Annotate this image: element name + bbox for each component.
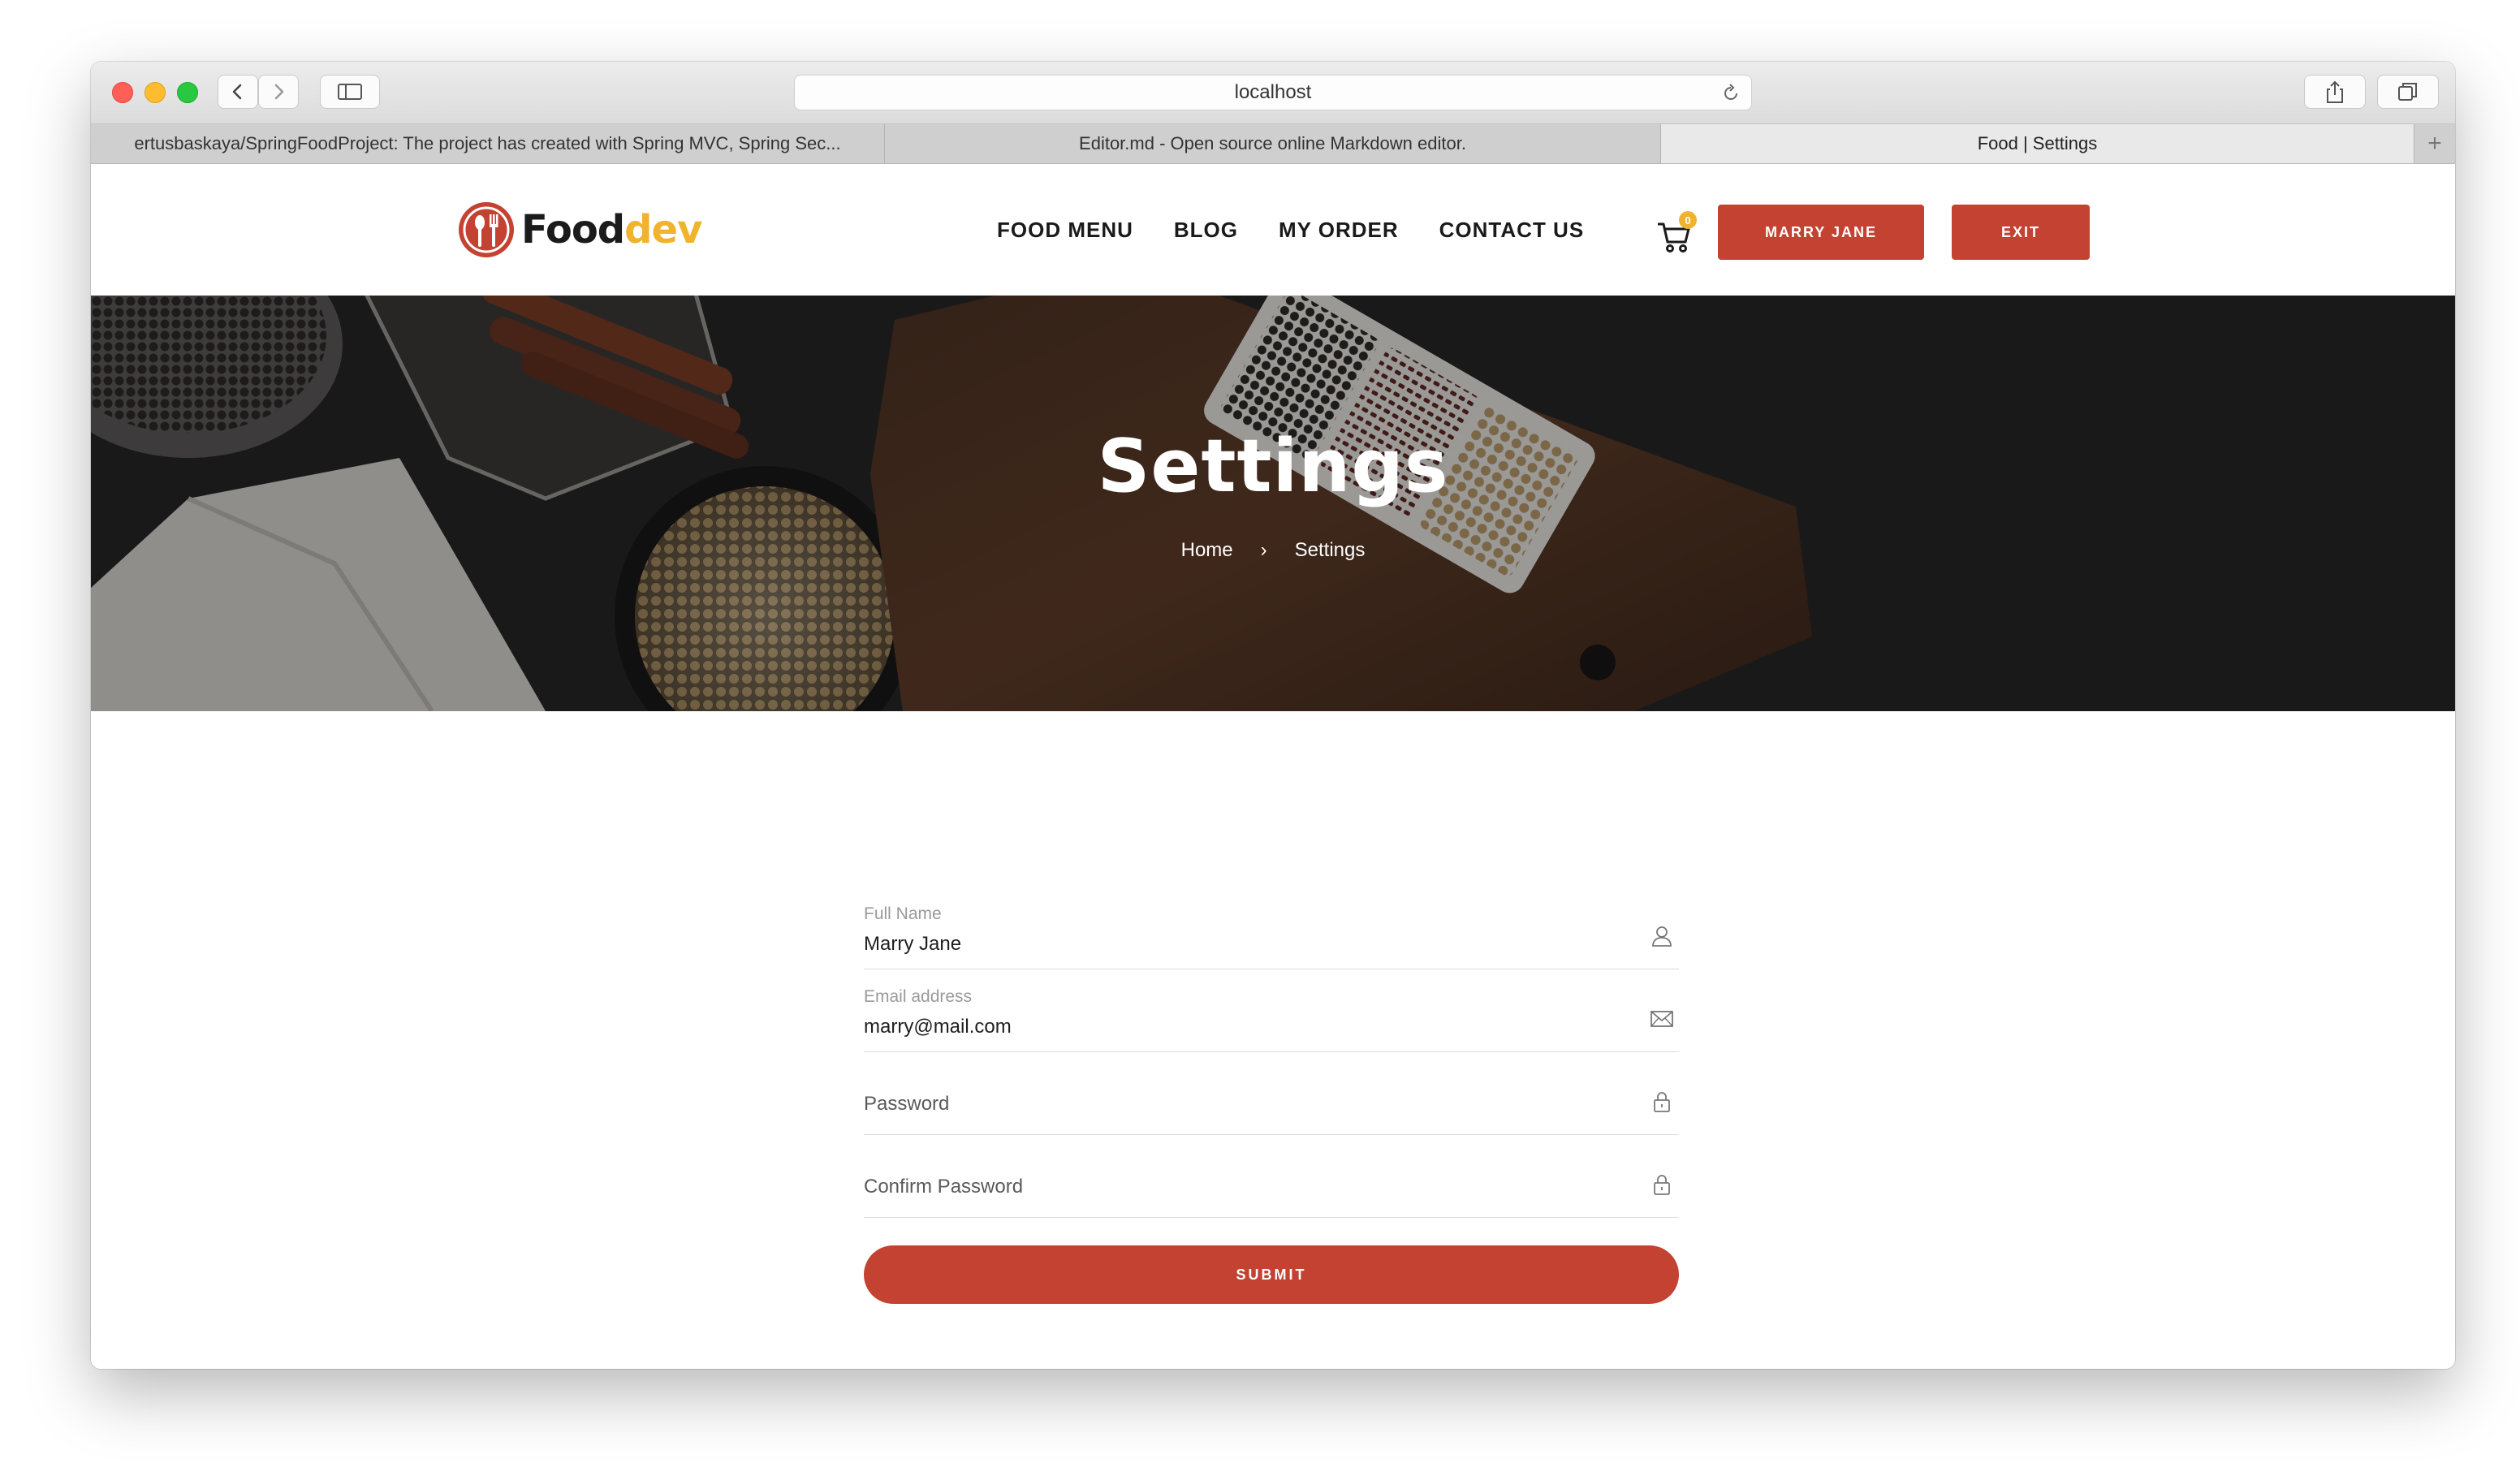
reload-icon[interactable] bbox=[1720, 83, 1741, 104]
window-zoom-button[interactable] bbox=[177, 82, 198, 103]
site-header: Fooddev FOOD MENU BLOG MY ORDER CONTACT … bbox=[91, 164, 2455, 296]
breadcrumb-home-link[interactable]: Home bbox=[1181, 539, 1233, 562]
password-field bbox=[864, 1052, 1679, 1135]
window-minimize-button[interactable] bbox=[145, 82, 166, 103]
full-name-label: Full Name bbox=[864, 904, 942, 923]
nav-contact-us[interactable]: CONTACT US bbox=[1439, 218, 1585, 243]
browser-window: localhost ertusbaskaya/SpringFoodProject… bbox=[91, 62, 2455, 1369]
tabs-overview-icon bbox=[2398, 83, 2417, 101]
forward-button[interactable] bbox=[258, 75, 299, 109]
hero-banner: Settings Home › Settings bbox=[91, 296, 2455, 711]
breadcrumb: Home › Settings bbox=[91, 539, 2455, 562]
tab-title: ertusbaskaya/SpringFoodProject: The proj… bbox=[134, 133, 841, 153]
lock-icon bbox=[1654, 1092, 1670, 1112]
tabs-overview-button[interactable] bbox=[2377, 75, 2439, 109]
email-label: Email address bbox=[864, 987, 973, 1006]
plus-icon: + bbox=[2427, 130, 2442, 157]
share-button[interactable] bbox=[2304, 75, 2366, 109]
url-text: localhost bbox=[1234, 81, 1312, 103]
tab-title: Editor.md - Open source online Markdown … bbox=[1079, 133, 1466, 153]
window-close-button[interactable] bbox=[112, 82, 133, 103]
main-nav: FOOD MENU BLOG MY ORDER CONTACT US bbox=[997, 209, 1584, 250]
tab-food-settings[interactable]: Food | Settings bbox=[1661, 124, 2414, 163]
page-title: Settings bbox=[1097, 424, 1449, 509]
logo-fork-spoon-icon bbox=[459, 202, 514, 257]
email-input[interactable] bbox=[864, 1013, 1594, 1041]
tab-editor[interactable]: Editor.md - Open source online Markdown … bbox=[885, 124, 1661, 163]
logo-text: Fooddev bbox=[521, 207, 702, 252]
confirm-password-input[interactable] bbox=[864, 1171, 1594, 1203]
user-icon bbox=[1652, 926, 1672, 947]
lock-icon bbox=[1654, 1175, 1670, 1195]
nav-blog[interactable]: BLOG bbox=[1174, 218, 1238, 243]
cart-count-badge: 0 bbox=[1679, 211, 1697, 229]
sidebar-icon bbox=[338, 84, 362, 100]
logo-word-food: Food bbox=[521, 207, 625, 252]
chevron-right-icon bbox=[274, 84, 284, 100]
nav-my-order[interactable]: MY ORDER bbox=[1279, 218, 1399, 243]
new-tab-button[interactable]: + bbox=[2414, 124, 2455, 163]
address-bar[interactable]: localhost bbox=[794, 75, 1752, 110]
sidebar-toggle-button[interactable] bbox=[320, 75, 380, 109]
password-input[interactable] bbox=[864, 1088, 1594, 1120]
back-button[interactable] bbox=[218, 75, 258, 109]
full-name-input[interactable] bbox=[864, 930, 1594, 958]
envelope-icon bbox=[1651, 1011, 1673, 1027]
email-field: Email address bbox=[864, 969, 1679, 1052]
chevron-left-icon bbox=[232, 84, 242, 100]
web-page: Fooddev FOOD MENU BLOG MY ORDER CONTACT … bbox=[91, 164, 2455, 1369]
browser-titlebar: localhost bbox=[91, 62, 2455, 124]
chevron-right-icon: › bbox=[1260, 539, 1267, 561]
cart-button[interactable]: 0 bbox=[1655, 211, 1700, 252]
share-icon bbox=[2327, 80, 2343, 103]
breadcrumb-current: Settings bbox=[1294, 539, 1366, 561]
exit-button[interactable]: EXIT bbox=[1952, 205, 2090, 260]
user-profile-button[interactable]: MARRY JANE bbox=[1718, 205, 1924, 260]
tab-github[interactable]: ertusbaskaya/SpringFoodProject: The proj… bbox=[91, 124, 885, 163]
confirm-password-field bbox=[864, 1135, 1679, 1218]
site-logo[interactable]: Fooddev bbox=[456, 200, 702, 260]
logo-word-dev: dev bbox=[624, 207, 702, 252]
tab-bar: ertusbaskaya/SpringFoodProject: The proj… bbox=[91, 124, 2455, 164]
tab-title: Food | Settings bbox=[1977, 133, 2098, 153]
submit-button[interactable]: SUBMIT bbox=[864, 1245, 1679, 1304]
full-name-field: Full Name bbox=[864, 887, 1679, 969]
nav-food-menu[interactable]: FOOD MENU bbox=[997, 218, 1133, 243]
